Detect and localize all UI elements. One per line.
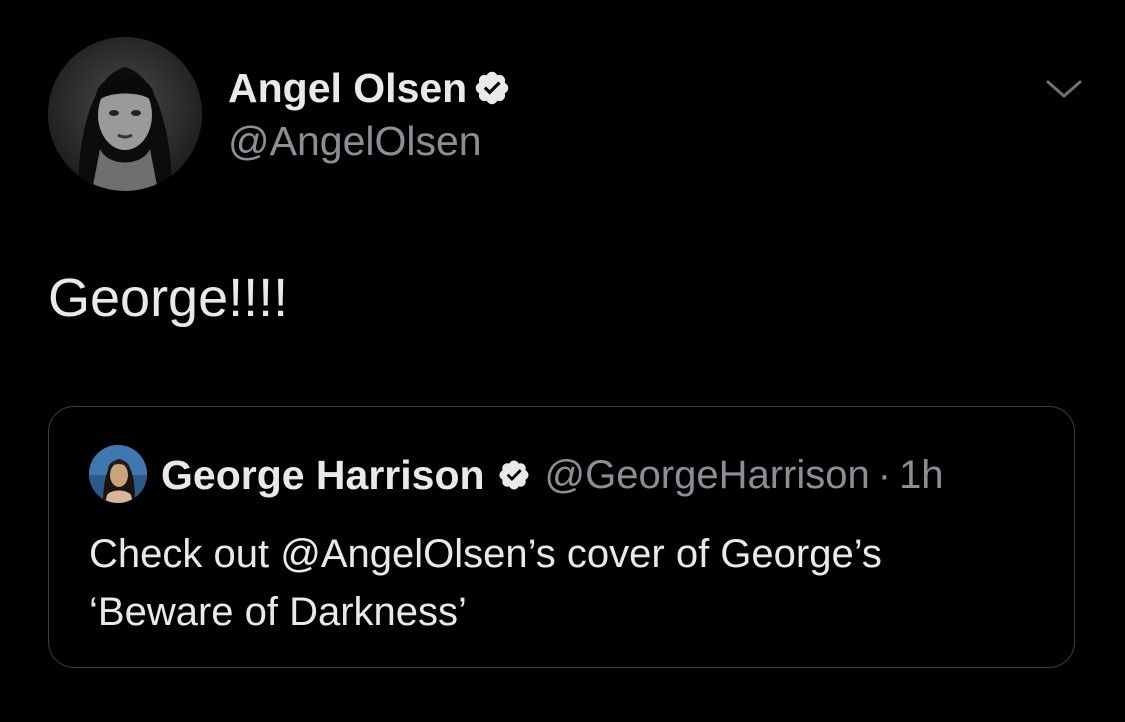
tweet-text: George!!!!: [48, 268, 289, 328]
quoted-author-handle[interactable]: @GeorgeHarrison: [545, 447, 870, 503]
quoted-tweet-text: Check out @AngelOlsen’s cover of George’…: [89, 525, 1049, 641]
quoted-author-name[interactable]: George Harrison: [161, 447, 485, 503]
tweet-card: Angel Olsen @AngelOlsen George!!!! Georg…: [0, 0, 1125, 722]
more-options-button[interactable]: [1040, 74, 1088, 106]
quoted-tweet-time[interactable]: 1h: [899, 447, 944, 503]
avatar-photo-icon: [48, 37, 202, 191]
quoted-author-avatar[interactable]: [89, 445, 147, 503]
chevron-down-icon: [1046, 80, 1082, 98]
author-avatar[interactable]: [48, 37, 202, 191]
author-name[interactable]: Angel Olsen: [228, 64, 511, 112]
quoted-tweet-text-line: Check out @AngelOlsen’s cover of George’…: [89, 532, 882, 576]
author-handle[interactable]: @AngelOlsen: [228, 117, 482, 165]
separator-dot: ·: [877, 453, 892, 497]
avatar-photo-icon: [89, 445, 147, 503]
quoted-tweet-text-line: ‘Beware of Darkness’: [89, 590, 467, 634]
verified-badge-icon: [497, 458, 531, 492]
quoted-tweet[interactable]: George Harrison @GeorgeHarrison · 1h Che…: [48, 406, 1075, 668]
author-name-text[interactable]: Angel Olsen: [228, 64, 467, 112]
quoted-tweet-header: George Harrison @GeorgeHarrison · 1h: [161, 447, 944, 503]
verified-badge-icon: [473, 69, 511, 107]
